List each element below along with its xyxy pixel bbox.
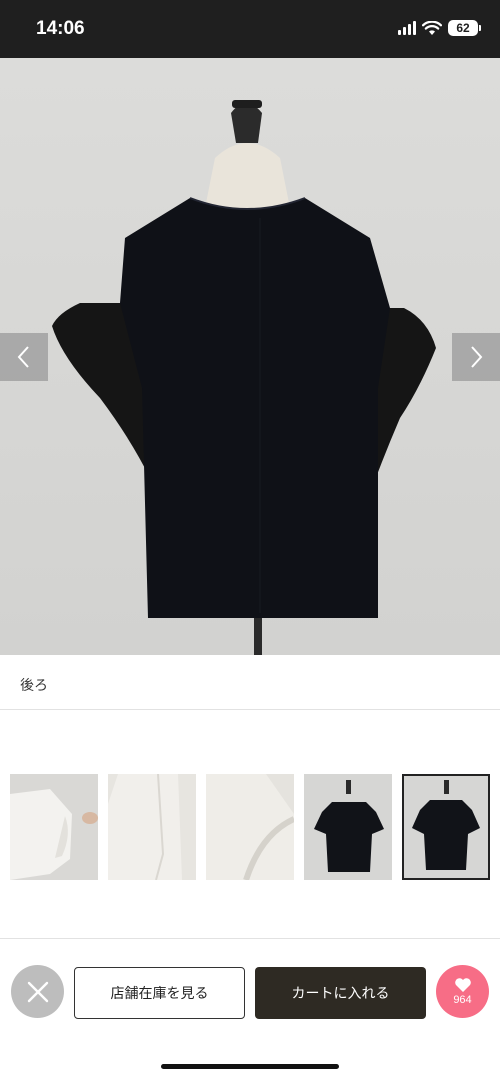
caption-divider xyxy=(0,709,500,710)
product-image xyxy=(52,100,436,655)
battery-indicator: 62 xyxy=(448,20,481,36)
wifi-icon xyxy=(422,20,442,35)
thumbnail-strip xyxy=(10,774,490,880)
close-icon xyxy=(27,981,48,1002)
status-icons: 62 xyxy=(398,20,481,36)
thumbnail-white-shirt-closeup[interactable] xyxy=(108,774,196,880)
status-bar: 14:06 62 xyxy=(0,0,500,58)
favorite-button[interactable]: 964 xyxy=(436,965,489,1018)
thumbnail-image xyxy=(108,774,196,880)
bottom-action-bar: 店舗在庫を見る カートに入れる 964 xyxy=(0,948,500,1080)
thumbnail-white-shirt-sleeve[interactable] xyxy=(10,774,98,880)
thumbnail-image xyxy=(304,774,392,880)
product-image-gallery[interactable] xyxy=(0,58,500,655)
thumbnail-black-shirt-back[interactable] xyxy=(402,774,490,880)
thumbnail-image xyxy=(206,774,294,880)
status-time: 14:06 xyxy=(36,18,85,39)
heart-icon xyxy=(454,978,471,992)
store-stock-button[interactable]: 店舗在庫を見る xyxy=(74,967,245,1019)
close-button[interactable] xyxy=(11,965,64,1018)
thumbnail-divider xyxy=(0,938,500,939)
image-caption: 後ろ xyxy=(20,678,48,694)
thumbnail-image xyxy=(404,776,488,878)
thumbnail-image xyxy=(10,774,98,880)
chevron-right-icon xyxy=(471,346,483,368)
previous-image-button[interactable] xyxy=(0,333,48,381)
cellular-signal-icon xyxy=(398,21,416,35)
add-to-cart-button[interactable]: カートに入れる xyxy=(255,967,426,1019)
home-indicator[interactable] xyxy=(161,1064,339,1069)
thumbnail-black-shirt-front[interactable] xyxy=(304,774,392,880)
chevron-left-icon xyxy=(17,346,29,368)
favorite-count: 964 xyxy=(453,994,472,1006)
next-image-button[interactable] xyxy=(452,333,500,381)
thumbnail-white-shirt-frill[interactable] xyxy=(206,774,294,880)
